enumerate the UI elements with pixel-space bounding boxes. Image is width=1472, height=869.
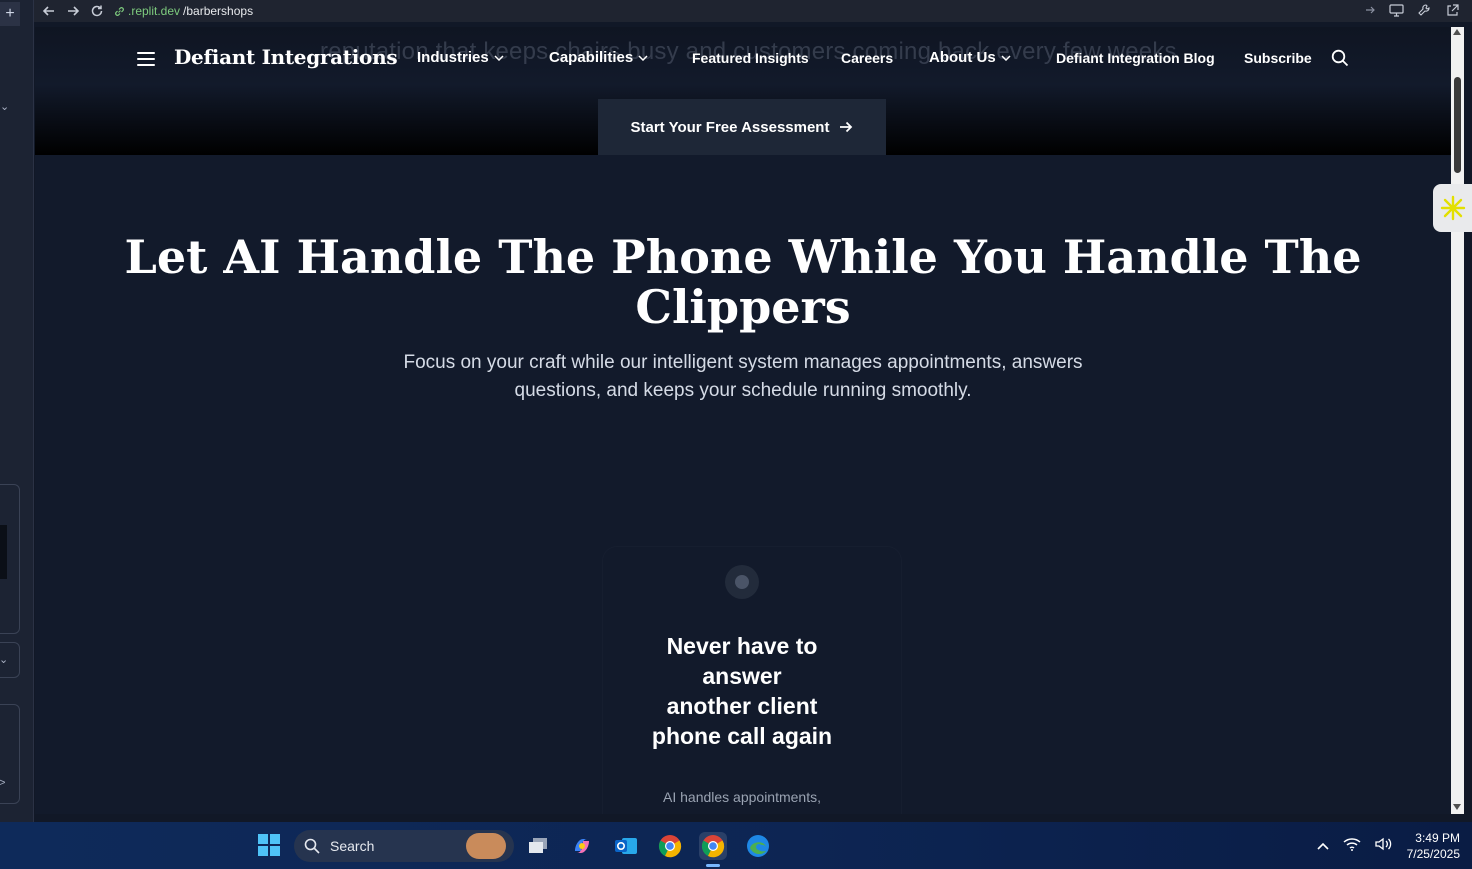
url-domain: .replit.dev: [128, 4, 181, 18]
taskbar: Search 3:49 PM 7/25/2025: [0, 822, 1472, 869]
page-scrollbar[interactable]: [1451, 27, 1464, 814]
clock-time: 3:49 PM: [1415, 831, 1460, 845]
task-view-icon[interactable]: [524, 832, 552, 860]
sparkle-icon: [1440, 195, 1465, 221]
feature-dot-icon: [725, 565, 759, 599]
scroll-down-icon[interactable]: [1453, 804, 1461, 810]
feature-card-description: AI handles appointments,: [663, 789, 821, 805]
web-page: reputation that keeps chairs busy and cu…: [35, 27, 1451, 814]
address-bar: .replit.dev/barbershops: [34, 0, 1472, 22]
go-arrow-icon[interactable]: [1364, 3, 1376, 21]
nav-label: Industries: [417, 49, 489, 66]
hero-title-line: Let AI Handle The Phone While You Handle…: [124, 230, 1362, 284]
nav-label: Featured Insights: [692, 50, 809, 66]
clock-date: 7/25/2025: [1406, 847, 1460, 861]
edge-icon[interactable]: [744, 832, 772, 860]
wifi-icon[interactable]: [1343, 837, 1361, 856]
add-tab-button[interactable]: +: [0, 2, 20, 26]
system-tray: 3:49 PM 7/25/2025: [1317, 830, 1460, 862]
main-nav: Defiant Integrations Industries Capabili…: [35, 43, 1451, 75]
link-icon: [115, 6, 124, 16]
ide-side-panel: + ⌄ ⌄ >: [0, 0, 34, 822]
chevron-down-icon: [638, 54, 648, 61]
nav-about-us[interactable]: About Us: [929, 49, 1011, 66]
nav-label: Subscribe: [1244, 50, 1312, 66]
volume-icon[interactable]: [1374, 837, 1393, 856]
search-icon[interactable]: [1331, 49, 1349, 72]
chevron-down-icon: [494, 54, 504, 61]
wrench-icon[interactable]: [1416, 2, 1432, 18]
hero-subtitle-line: questions, and keeps your schedule runni…: [514, 380, 972, 401]
scrollbar-thumb[interactable]: [1454, 77, 1461, 173]
back-icon[interactable]: [40, 2, 58, 20]
scroll-up-icon[interactable]: [1453, 29, 1461, 35]
search-icon: [304, 838, 320, 854]
feature-title-line: answer: [702, 663, 782, 689]
feature-title-line: another client: [666, 693, 818, 719]
outlook-icon[interactable]: [612, 832, 640, 860]
feature-card-title: Never have to answer another client phon…: [603, 631, 881, 751]
hamburger-menu-icon[interactable]: [137, 52, 155, 66]
hero-subtitle: Focus on your craft while our intelligen…: [365, 349, 1121, 405]
collapse-chevron-icon[interactable]: ⌄: [0, 100, 9, 113]
nav-label: Capabilities: [549, 49, 634, 66]
feature-title-line: phone call again: [651, 723, 833, 749]
taskbar-search[interactable]: Search: [294, 830, 514, 862]
chevron-up-icon[interactable]: [1317, 837, 1329, 855]
nav-industries[interactable]: Industries: [417, 49, 504, 66]
ide-panel-card: [0, 484, 20, 634]
forward-icon[interactable]: [64, 2, 82, 20]
hero-title-line: Clippers: [635, 280, 851, 334]
chrome-icon[interactable]: [656, 832, 684, 860]
feature-card: Never have to answer another client phon…: [603, 547, 901, 814]
free-assessment-button[interactable]: Start Your Free Assessment: [598, 99, 886, 155]
ide-terminal-card: >: [0, 704, 20, 804]
cta-label: Start Your Free Assessment: [630, 118, 830, 136]
nav-blog[interactable]: Defiant Integration Blog: [1056, 50, 1215, 66]
chevron-down-icon: [1001, 54, 1011, 61]
ide-dropdown[interactable]: ⌄: [0, 642, 20, 678]
nav-label: Careers: [841, 50, 894, 66]
arrow-right-icon: [840, 121, 853, 133]
nav-featured-insights[interactable]: Featured Insights: [692, 50, 809, 66]
url-field[interactable]: .replit.dev/barbershops: [114, 4, 253, 18]
chrome-active-icon[interactable]: [699, 832, 727, 860]
clock[interactable]: 3:49 PM 7/25/2025: [1407, 830, 1460, 862]
copilot-icon[interactable]: [568, 832, 596, 860]
floating-assistant-widget[interactable]: [1433, 184, 1472, 232]
nav-capabilities[interactable]: Capabilities: [549, 49, 648, 66]
active-app-indicator: [706, 864, 720, 867]
site-header: reputation that keeps chairs busy and cu…: [35, 27, 1451, 155]
windows-start-icon[interactable]: [258, 834, 280, 856]
feature-title-line: Never have to: [666, 633, 818, 659]
hero-subtitle-line: Focus on your craft while our intelligen…: [403, 352, 1083, 373]
url-path: /barbershops: [183, 4, 254, 18]
hero-title: Let AI Handle The Phone While You Handle…: [35, 232, 1451, 332]
devices-icon[interactable]: [1388, 2, 1404, 18]
brand-logo[interactable]: Defiant Integrations: [174, 45, 398, 69]
taskbar-search-label: Search: [330, 838, 375, 854]
nav-label: Defiant Integration Blog: [1056, 50, 1215, 66]
nav-careers[interactable]: Careers: [841, 50, 893, 66]
search-highlight-image: [466, 833, 506, 859]
nav-label: About Us: [929, 49, 996, 66]
open-external-icon[interactable]: [1444, 2, 1460, 18]
reload-icon[interactable]: [88, 2, 106, 20]
nav-subscribe[interactable]: Subscribe: [1244, 50, 1312, 66]
